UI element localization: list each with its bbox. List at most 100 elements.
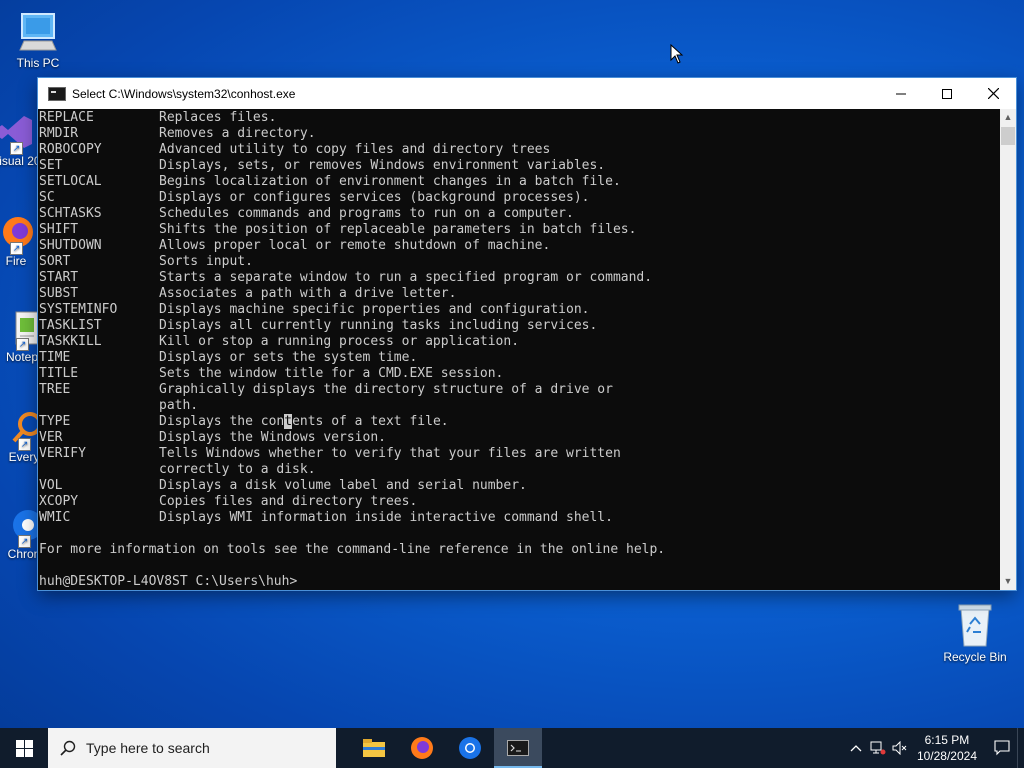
console-line: WMIC Displays WMI information inside inte… <box>38 510 1000 526</box>
show-desktop-button[interactable] <box>1017 728 1024 768</box>
command-name: RMDIR <box>39 126 79 141</box>
desktop-icon-this-pc[interactable]: This PC <box>0 10 76 70</box>
file-explorer-icon <box>363 739 385 757</box>
command-description: Advanced utility to copy files and direc… <box>159 142 551 157</box>
shortcut-arrow-icon: ↗ <box>18 535 31 548</box>
scroll-down-arrow-icon[interactable]: ▼ <box>1000 573 1016 590</box>
taskbar-search-box[interactable]: Type here to search <box>48 728 336 768</box>
window-titlebar[interactable]: Select C:\Windows\system32\conhost.exe <box>38 78 1016 109</box>
console-line: SCHTASKS Schedules commands and programs … <box>38 206 1000 222</box>
command-name: SHUTDOWN <box>39 238 102 253</box>
vertical-scrollbar[interactable]: ▲ ▼ <box>1000 109 1016 590</box>
console-line: TIME Displays or sets the system time. <box>38 350 1000 366</box>
command-description: Displays WMI information inside interact… <box>159 510 613 525</box>
minimize-button[interactable] <box>878 78 924 109</box>
console-line: XCOPY Copies files and directory trees. <box>38 494 1000 510</box>
console-window[interactable]: Select C:\Windows\system32\conhost.exe R… <box>38 78 1016 590</box>
firefox-icon: ↗ <box>0 212 36 255</box>
desktop-icon-recycle-bin[interactable]: Recycle Bin <box>937 602 1013 664</box>
close-button[interactable] <box>970 78 1016 109</box>
mouse-pointer-icon <box>670 43 684 69</box>
chrome-icon <box>459 737 481 759</box>
command-description: Begins localization of environment chang… <box>159 174 621 189</box>
console-line: SHUTDOWN Allows proper local or remote sh… <box>38 238 1000 254</box>
command-description: Replaces files. <box>159 110 277 125</box>
computer-icon <box>16 10 60 54</box>
command-description: Shifts the position of replaceable param… <box>159 222 637 237</box>
shortcut-arrow-icon: ↗ <box>16 338 29 351</box>
recycle-bin-icon <box>953 602 997 648</box>
taskbar-clock[interactable]: 6:15 PM 10/28/2024 <box>917 732 977 764</box>
scroll-up-arrow-icon[interactable]: ▲ <box>1000 109 1016 126</box>
console-output[interactable]: REPLACE Replaces files. RMDIR Removes a di… <box>38 109 1000 590</box>
command-name: START <box>39 270 79 285</box>
command-name: SETLOCAL <box>39 174 102 189</box>
terminal-icon <box>507 740 529 756</box>
taskbar-file-explorer[interactable] <box>350 728 398 768</box>
desktop-icon-label: Recycle Bin <box>943 650 1007 664</box>
console-line: SET Displays, sets, or removes Windows en… <box>38 158 1000 174</box>
desktop-icon-label: This PC <box>16 56 60 70</box>
notification-center-icon[interactable] <box>987 740 1017 756</box>
shortcut-arrow-icon: ↗ <box>18 438 31 451</box>
command-name: XCOPY <box>39 494 79 509</box>
shortcut-arrow-icon: ↗ <box>10 242 23 255</box>
command-description: Displays the Windows version. <box>159 430 386 445</box>
chevron-up-icon[interactable] <box>845 744 867 752</box>
console-line: TASKLIST Displays all currently running t… <box>38 318 1000 334</box>
console-line: TREE Graphically displays the directory s… <box>38 382 1000 398</box>
command-name: TREE <box>39 382 71 397</box>
console-line: SUBST Associates a path with a drive lett… <box>38 286 1000 302</box>
clock-time: 6:15 PM <box>924 733 970 747</box>
visual-studio-icon: ↗ <box>0 112 36 155</box>
command-prompt[interactable]: huh@DESKTOP-L4OV8ST C:\Users\huh> <box>38 574 1000 590</box>
scroll-thumb[interactable] <box>1001 127 1015 145</box>
command-name: SCHTASKS <box>39 206 102 221</box>
minimize-icon <box>896 93 906 94</box>
command-description: Copies files and directory trees. <box>159 494 418 509</box>
command-description: Displays or configures services (backgro… <box>159 190 590 205</box>
shortcut-arrow-icon: ↗ <box>10 142 23 155</box>
console-line: VOL Displays a disk volume label and seri… <box>38 478 1000 494</box>
maximize-icon <box>942 88 952 99</box>
command-description: Graphically displays the directory struc… <box>159 382 613 397</box>
maximize-button[interactable] <box>924 78 970 109</box>
console-line: VERIFY Tells Windows whether to verify th… <box>38 446 1000 462</box>
firefox-icon <box>411 737 433 759</box>
windows-logo-icon <box>15 739 33 757</box>
console-line: SYSTEMINFO Displays machine specific prop… <box>38 302 1000 318</box>
command-description: Displays, sets, or removes Windows envir… <box>159 158 606 173</box>
clock-date: 10/28/2024 <box>916 749 977 763</box>
taskbar-chrome[interactable] <box>446 728 494 768</box>
command-name: WMIC <box>39 510 71 525</box>
command-name: TYPE <box>39 414 71 429</box>
console-line: RMDIR Removes a directory. <box>38 126 1000 142</box>
command-name: SYSTEMINFO <box>39 302 118 317</box>
command-name: REPLACE <box>39 110 94 125</box>
taskbar-firefox[interactable] <box>398 728 446 768</box>
console-line: TASKKILL Kill or stop a running process o… <box>38 334 1000 350</box>
command-name: SET <box>39 158 63 173</box>
command-description: Displays all currently running tasks inc… <box>159 318 598 333</box>
console-line: SC Displays or configures services (backg… <box>38 190 1000 206</box>
command-description: Displays machine specific properties and… <box>159 302 590 317</box>
network-icon[interactable] <box>867 741 889 755</box>
console-line: TITLE Sets the window title for a CMD.EXE… <box>38 366 1000 382</box>
volume-muted-icon[interactable] <box>889 741 911 755</box>
close-icon <box>987 88 999 99</box>
console-app-icon <box>48 86 66 101</box>
start-button[interactable] <box>0 728 48 768</box>
console-line: VER Displays the Windows version. <box>38 430 1000 446</box>
taskbar-terminal[interactable] <box>494 728 542 768</box>
system-tray: 6:15 PM 10/28/2024 <box>845 728 1024 768</box>
search-placeholder: Type here to search <box>86 740 210 756</box>
command-name: SHIFT <box>39 222 79 237</box>
command-description: Displays the con <box>159 414 285 429</box>
console-line: correctly to a disk. <box>38 462 1000 478</box>
console-line: SORT Sorts input. <box>38 254 1000 270</box>
command-description: Displays a disk volume label and serial … <box>159 478 527 493</box>
command-name: VERIFY <box>39 446 86 461</box>
window-title: Select C:\Windows\system32\conhost.exe <box>72 86 296 101</box>
taskbar: Type here to search 6:15 PM 10/28/2024 <box>0 728 1024 768</box>
